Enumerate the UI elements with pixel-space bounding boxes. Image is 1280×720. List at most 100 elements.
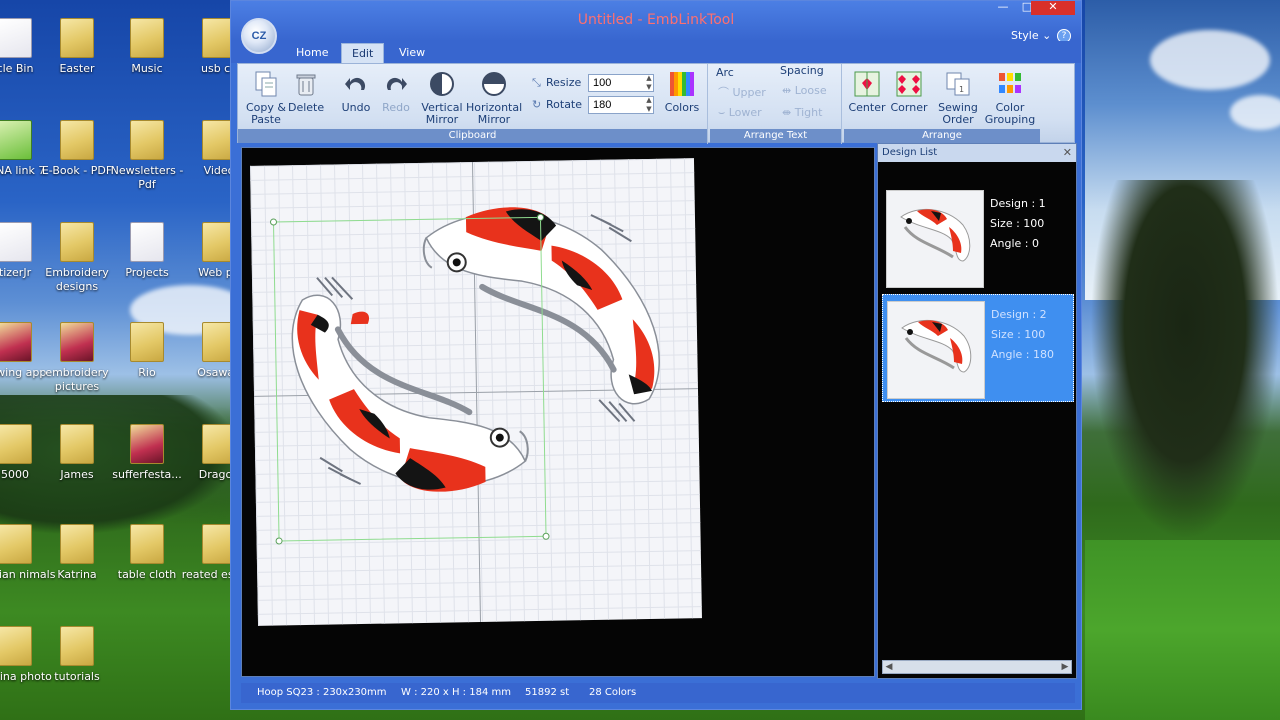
window-title: Untitled - EmbLinkTool (577, 12, 735, 28)
wallpaper-grass (1085, 540, 1280, 720)
colors-label: Colors (664, 101, 700, 114)
close-icon[interactable]: ✕ (1063, 144, 1072, 162)
design-list-item[interactable]: Design : 1 Size : 100 Angle : 0 (882, 184, 1074, 292)
tab-view[interactable]: View (389, 43, 435, 63)
ribbon: Copy & Paste Delete Undo Redo Vertical M… (237, 63, 1075, 144)
design-design: Design : 2 (991, 308, 1047, 321)
folder-icon (130, 524, 164, 564)
document-icon (0, 18, 32, 58)
scroll-left-icon[interactable]: ◀ (883, 661, 895, 673)
folder-icon (60, 626, 94, 666)
clipboard-group: Copy & Paste Delete Undo Redo Vertical M… (238, 64, 708, 144)
corner-icon (895, 70, 923, 98)
minimize-button[interactable]: — (991, 1, 1015, 15)
horizontal-mirror-label: Horizontal Mirror (466, 101, 523, 126)
design-thumbnail (886, 190, 984, 288)
center-button[interactable]: Center (846, 70, 888, 114)
color-grouping-button[interactable]: Color Grouping (984, 70, 1036, 126)
title-bar[interactable]: Untitled - EmbLinkTool — □ ✕ Style ⌄ ? (231, 1, 1081, 43)
desktop-icon[interactable]: Newsletters - Pdf (106, 120, 188, 192)
folder-icon (130, 18, 164, 58)
redo-icon (382, 70, 410, 98)
hoop-status: Hoop SQ23 : 230x230mm (257, 687, 387, 698)
tab-home[interactable]: Home (286, 43, 338, 63)
design-angle: Angle : 0 (990, 237, 1040, 250)
rotate-spinner[interactable]: ▲ ▼ (644, 96, 654, 114)
folder-icon (60, 524, 94, 564)
desktop-icon[interactable]: Projects (106, 222, 188, 280)
selection-box[interactable] (269, 213, 550, 545)
upper-label: Upper (732, 86, 766, 99)
loose-button[interactable]: ⇹ Loose (782, 84, 827, 97)
resize-handle-top-right[interactable] (536, 213, 545, 221)
design-list-item[interactable]: Design : 2 Size : 100 Angle : 180 (882, 294, 1074, 402)
wallpaper-tree (1090, 180, 1280, 540)
delete-button[interactable]: Delete (288, 70, 324, 114)
resize-spinner[interactable]: ▲ ▼ (644, 74, 654, 92)
folder-icon (0, 626, 32, 666)
color-grouping-label: Color Grouping (984, 101, 1036, 126)
copy-paste-label: Copy & Paste (246, 101, 286, 126)
design-list-scrollbar[interactable]: ◀ ▶ (882, 660, 1072, 674)
desktop-icon[interactable]: sufferfesta... (106, 424, 188, 482)
vertical-mirror-icon (428, 70, 456, 98)
corner-button[interactable]: Corner (888, 70, 930, 114)
dimensions-status: W : 220 x H : 184 mm (401, 687, 511, 698)
design-info: Design : 2 Size : 100 Angle : 180 (991, 305, 1054, 365)
colors-button[interactable]: Colors (662, 70, 702, 114)
copy-paste-button[interactable]: Copy & Paste (244, 70, 288, 126)
design-canvas[interactable] (241, 147, 875, 677)
desktop-icon[interactable]: table cloth (106, 524, 188, 582)
undo-button[interactable]: Undo (338, 70, 374, 114)
loose-label: Loose (794, 84, 827, 97)
redo-button[interactable]: Redo (378, 70, 414, 114)
desktop-icon[interactable]: Music (106, 18, 188, 76)
sewing-order-label: Sewing Order (938, 101, 978, 126)
svg-text:1: 1 (959, 85, 964, 94)
resize-handle-top-left[interactable] (269, 218, 278, 226)
desktop-icon[interactable]: Rio (106, 322, 188, 380)
desktop-icon-label: tutorials (54, 670, 100, 683)
resize-handle-bottom-right[interactable] (542, 532, 550, 540)
image-icon (0, 322, 32, 362)
arrange-group-label: Arrange (844, 129, 1040, 143)
lower-label: Lower (728, 106, 762, 119)
app-menu-button[interactable]: CZ (241, 18, 277, 54)
trash-icon (292, 70, 320, 98)
upper-button[interactable]: ⌒ Upper (718, 84, 766, 100)
desktop-icon-label: Projects (125, 266, 169, 279)
lower-button[interactable]: ⌣ Lower (718, 106, 762, 120)
arrange-text-group-label: Arrange Text (710, 129, 841, 143)
design-angle: Angle : 180 (991, 348, 1054, 361)
vertical-mirror-button[interactable]: Vertical Mirror (420, 70, 464, 126)
undo-label: Undo (341, 101, 371, 114)
horizontal-mirror-button[interactable]: Horizontal Mirror (466, 70, 522, 126)
status-bar: Hoop SQ23 : 230x230mm W : 220 x H : 184 … (241, 683, 1075, 703)
folder-icon (0, 424, 32, 464)
resize-handle-bottom-left[interactable] (275, 537, 283, 545)
sewing-order-button[interactable]: 1 Sewing Order (936, 70, 980, 126)
lower-arc-icon: ⌣ (718, 106, 729, 119)
folder-icon (130, 322, 164, 362)
desktop-icon-label: sufferfesta... (112, 468, 182, 481)
wallpaper-cloud (1150, 30, 1270, 90)
tight-label: Tight (794, 106, 823, 119)
tight-icon: ⇼ (782, 106, 795, 119)
corner-label: Corner (890, 101, 928, 114)
scroll-right-icon[interactable]: ▶ (1059, 661, 1071, 673)
design-list-title: Design List (882, 147, 938, 158)
hoop-area[interactable] (250, 158, 702, 626)
rotate-label: Rotate (546, 98, 583, 111)
redo-label: Redo (382, 101, 410, 114)
close-button[interactable]: ✕ (1031, 1, 1075, 15)
tight-button[interactable]: ⇼ Tight (782, 106, 822, 119)
folder-icon (60, 424, 94, 464)
document-icon (0, 222, 32, 262)
tab-edit[interactable]: Edit (341, 43, 385, 63)
desktop-icon[interactable]: tutorials (36, 626, 118, 684)
folder-icon (130, 120, 164, 160)
design-list-panel: Design List ✕ Design : 1 Size : 100 Angle … (877, 143, 1077, 679)
arrange-group: Center Corner 1 Sewing Order Color Group… (844, 64, 1040, 144)
resize-icon: ⤡ (532, 76, 541, 89)
design-list-header: Design List ✕ (878, 144, 1076, 162)
